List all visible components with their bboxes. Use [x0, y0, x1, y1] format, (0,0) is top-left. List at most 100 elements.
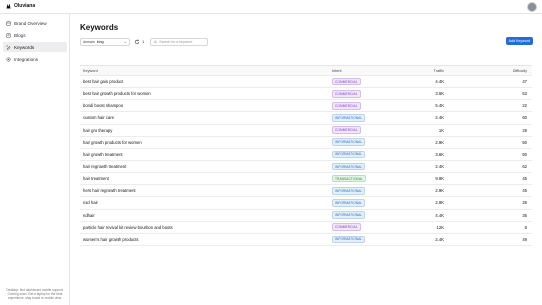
- keyword-cell: hair regrowth treatment: [83, 164, 127, 170]
- difficulty-cell: 47: [522, 79, 527, 85]
- intent-cell: INFORMATIONAL: [332, 162, 427, 171]
- chevron-down-icon: ⌄: [123, 39, 127, 44]
- intent-badge: INFORMATIONAL: [332, 199, 366, 207]
- column-header-traffic[interactable]: Traffic: [427, 69, 444, 73]
- brand-overview-icon: [6, 21, 11, 25]
- table-row[interactable]: bondi boost shampoo COMMERCIAL 5.4K 22: [80, 100, 532, 113]
- avatar[interactable]: [527, 2, 537, 12]
- refresh-icon[interactable]: [134, 38, 140, 45]
- table-row[interactable]: ndhair INFORMATIONAL 4.4K 35: [80, 210, 532, 222]
- table-header-row: Keyword Intent Traffic Difficulty: [80, 66, 532, 76]
- toolbar: domain bing ⌄ 1: [80, 37, 209, 46]
- intent-badge: INFORMATIONAL: [332, 150, 366, 159]
- difficulty-cell: 45: [522, 188, 527, 194]
- sidebar-item-label: Blogs: [14, 32, 26, 38]
- traffic-cell: 1K: [438, 127, 444, 133]
- table-row[interactable]: women's hair growth products INFORMATIONA…: [80, 234, 532, 246]
- intent-badge: COMMERCIAL: [332, 126, 361, 134]
- difficulty-cell: 60: [522, 115, 527, 121]
- intent-cell: INFORMATIONAL: [332, 150, 427, 159]
- intent-cell: COMMERCIAL: [332, 102, 427, 110]
- intent-cell: INFORMATIONAL: [332, 211, 427, 219]
- traffic-cell: 3.6K: [435, 151, 444, 157]
- intent-badge: TRANSACTIONAL: [332, 174, 367, 183]
- traffic-cell: 4.4K: [435, 212, 444, 218]
- difficulty-cell: 26: [522, 200, 527, 206]
- intent-cell: INFORMATIONAL: [332, 235, 427, 244]
- column-header-intent[interactable]: Intent: [332, 69, 427, 73]
- table-row[interactable]: best hair growth products for women COMME…: [80, 88, 532, 101]
- keyword-cell: nxd hair: [83, 200, 98, 206]
- traffic-cell: 2.4K: [435, 236, 444, 242]
- sidebar-item-keywords[interactable]: Keywords: [3, 42, 67, 52]
- integrations-icon: [6, 57, 11, 61]
- keyword-cell: bondi boost shampoo: [83, 103, 124, 109]
- traffic-cell: 2.4K: [435, 115, 444, 121]
- sidebar-item-label: Keywords: [14, 44, 35, 50]
- difficulty-cell: 49: [522, 236, 527, 242]
- top-bar: Oluviana: [0, 0, 542, 14]
- table-row[interactable]: hair treatment TRANSACTIONAL 9.9K 45: [80, 173, 532, 186]
- difficulty-cell: 35: [522, 212, 527, 218]
- sidebar-item-label: Brand Overview: [14, 20, 47, 26]
- difficulty-cell: 22: [522, 103, 527, 109]
- sidebar-item-integrations[interactable]: Integrations: [3, 54, 67, 64]
- intent-badge: INFORMATIONAL: [332, 211, 366, 219]
- keyword-cell: hair growth products for women: [83, 139, 142, 145]
- keyword-cell: custom hair care: [83, 115, 114, 121]
- table-row[interactable]: hair gro therapy COMMERCIAL 1K 29: [80, 125, 532, 137]
- keyword-count: 1: [142, 39, 145, 44]
- sidebar-item-blogs[interactable]: Blogs: [3, 30, 67, 40]
- keywords-icon: [6, 45, 11, 50]
- traffic-cell: 4.4K: [435, 79, 444, 85]
- intent-cell: COMMERCIAL: [332, 89, 427, 98]
- intent-cell: INFORMATIONAL: [332, 114, 427, 122]
- difficulty-cell: 8: [524, 224, 527, 230]
- search-input[interactable]: [159, 39, 205, 44]
- search-icon: [154, 40, 158, 43]
- sidebar-footer-note: Desktop: find dashboard mobile support. …: [6, 288, 64, 300]
- column-header-difficulty[interactable]: Difficulty: [444, 69, 530, 73]
- blogs-icon: [6, 32, 11, 38]
- keyword-cell: hair growth treatment: [83, 151, 123, 157]
- table-row[interactable]: hers hair regrowth treatment INFORMATIONA…: [80, 185, 532, 198]
- brand-name: Oluviana: [14, 3, 36, 9]
- keywords-table: Keyword Intent Traffic Difficulty best h…: [80, 65, 532, 246]
- intent-cell: INFORMATIONAL: [332, 138, 427, 147]
- keyword-cell: hers hair regrowth treatment: [83, 188, 136, 194]
- table-row[interactable]: custom hair care INFORMATIONAL 2.4K 60: [80, 112, 532, 125]
- table-row[interactable]: hair growth treatment INFORMATIONAL 3.6K 50: [80, 149, 532, 161]
- difficulty-cell: 53: [522, 91, 527, 97]
- sidebar-item-label: Integrations: [14, 56, 39, 62]
- search-box[interactable]: [150, 37, 209, 46]
- intent-badge: COMMERCIAL: [332, 223, 361, 232]
- column-header-keyword[interactable]: Keyword: [80, 69, 332, 73]
- intent-badge: INFORMATIONAL: [332, 138, 366, 147]
- keyword-cell: hair treatment: [83, 176, 109, 182]
- difficulty-cell: 50: [522, 151, 527, 157]
- sidebar-nav: Brand Overview Blogs Keywords Integratio…: [3, 18, 67, 66]
- keyword-cell: ndhair: [83, 212, 95, 218]
- traffic-cell: 12K: [436, 224, 444, 230]
- table-row[interactable]: particle hair revival kit review bourbon…: [80, 222, 532, 234]
- keyword-cell: women's hair growth products: [83, 236, 139, 242]
- table-row[interactable]: best hair gain product COMMERCIAL 4.4K 47: [80, 76, 532, 89]
- intent-cell: INFORMATIONAL: [332, 199, 427, 207]
- intent-cell: COMMERCIAL: [332, 77, 427, 86]
- brand[interactable]: Oluviana: [6, 3, 35, 9]
- intent-cell: COMMERCIAL: [332, 126, 427, 134]
- difficulty-cell: 45: [522, 176, 527, 182]
- traffic-cell: 9.9K: [435, 176, 444, 182]
- traffic-cell: 2.9K: [435, 139, 444, 145]
- domain-select-value: bing: [96, 39, 104, 44]
- add-keyword-button[interactable]: Add Keyword: [505, 37, 533, 45]
- sidebar-item-brand-overview[interactable]: Brand Overview: [3, 18, 67, 28]
- traffic-cell: 2.9K: [435, 200, 444, 206]
- domain-select-prefix: domain: [83, 39, 95, 44]
- domain-select[interactable]: domain bing ⌄: [80, 37, 130, 46]
- table-row[interactable]: nxd hair INFORMATIONAL 2.9K 26: [80, 197, 532, 210]
- intent-cell: TRANSACTIONAL: [332, 174, 427, 183]
- table-row[interactable]: hair regrowth treatment INFORMATIONAL 2.4K…: [80, 161, 532, 174]
- traffic-cell: 2.9K: [435, 188, 444, 194]
- table-row[interactable]: hair growth products for women INFORMATIO…: [80, 137, 532, 149]
